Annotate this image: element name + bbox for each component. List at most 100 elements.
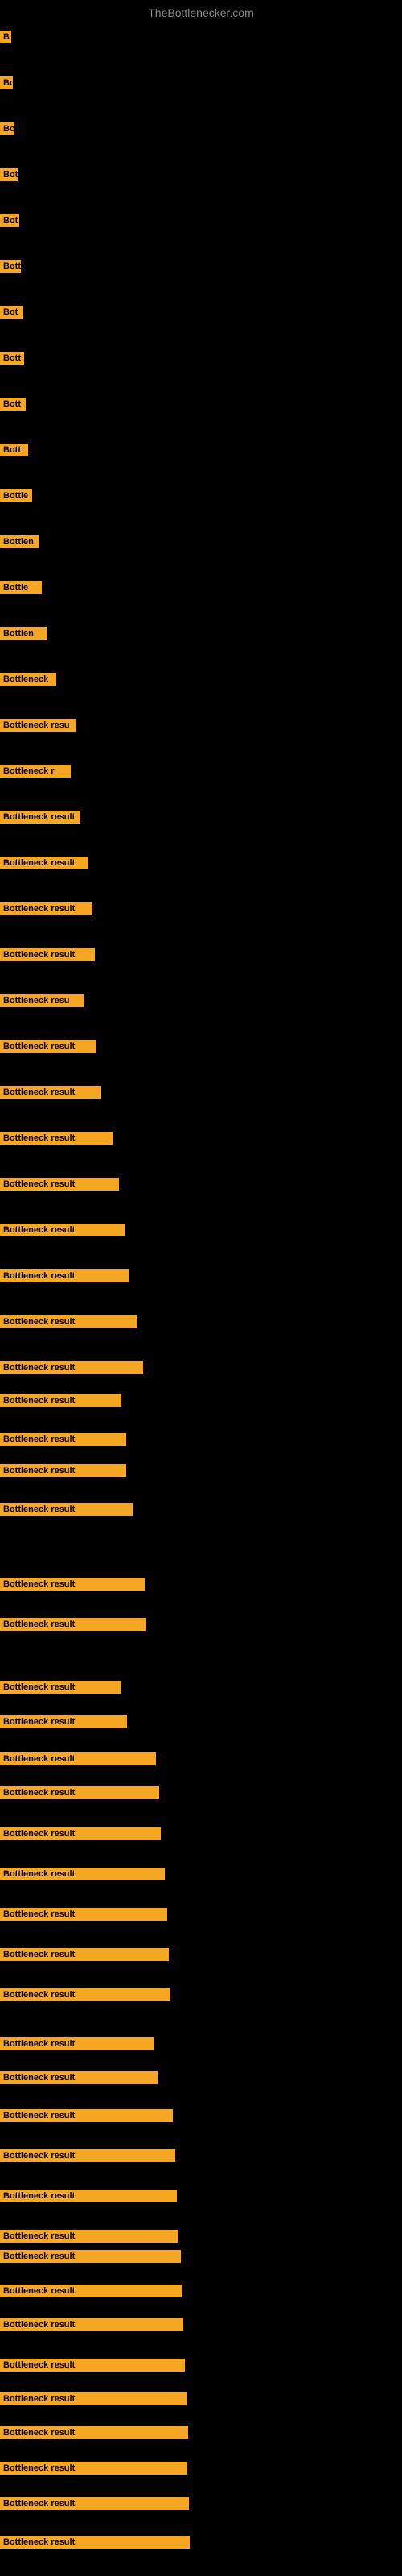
bar-label: Bottleneck result xyxy=(0,1086,100,1099)
bar-label: Bottleneck result xyxy=(0,2230,178,2243)
bar-item: Bot xyxy=(0,214,19,231)
bar-label: Bottleneck result xyxy=(0,948,95,961)
bar-label: B xyxy=(0,31,11,43)
bar-label: Bottle xyxy=(0,489,32,502)
bar-item: Bott xyxy=(0,352,24,369)
bar-item: Bottleneck result xyxy=(0,1988,170,2005)
bar-item: Bottleneck result xyxy=(0,1908,167,1925)
bar-item: Bottleneck result xyxy=(0,1948,169,1965)
bar-item: Bottlen xyxy=(0,535,39,552)
bar-item: Bottleneck result xyxy=(0,1715,127,1732)
bar-label: Bottleneck result xyxy=(0,1361,143,1374)
bar-item: Bottleneck result xyxy=(0,1786,159,1803)
bar-label: Bottleneck r xyxy=(0,765,71,778)
bar-item: Bot xyxy=(0,168,18,185)
bar-label: Bottleneck result xyxy=(0,1132,113,1145)
bar-item: Bottleneck result xyxy=(0,1578,145,1595)
bar-label: Bottleneck result xyxy=(0,2037,154,2050)
bar-label: Bottleneck result xyxy=(0,2190,177,2202)
bar-item: Bot xyxy=(0,306,23,323)
bar-item: Bottleneck result xyxy=(0,2497,189,2514)
bar-label: Bottleneck result xyxy=(0,2536,190,2549)
bar-item: Bottleneck result xyxy=(0,2071,158,2088)
bar-label: Bott xyxy=(0,444,28,456)
bar-label: Bo xyxy=(0,122,14,135)
bar-item: Bottleneck result xyxy=(0,1503,133,1520)
bar-item: Bottleneck result xyxy=(0,2318,183,2335)
bar-label: Bottlen xyxy=(0,535,39,548)
bar-item: Bottleneck result xyxy=(0,1315,137,1332)
bar-item: Bottleneck result xyxy=(0,948,95,965)
bar-item: Bottleneck result xyxy=(0,2285,182,2301)
bar-label: Bottleneck result xyxy=(0,1618,146,1631)
bar-item: Bottleneck resu xyxy=(0,719,76,736)
bar-item: Bottleneck result xyxy=(0,1827,161,1844)
bar-item: Bottleneck result xyxy=(0,1433,126,1450)
bar-label: Bot xyxy=(0,168,18,181)
site-title: TheBottlenecker.com xyxy=(148,6,254,19)
bar-item: Bottleneck result xyxy=(0,1752,156,1769)
bar-label: Bottleneck result xyxy=(0,1315,137,1328)
bar-item: Bottleneck result xyxy=(0,857,88,873)
bar-item: Bottleneck r xyxy=(0,765,71,782)
bar-label: Bottleneck resu xyxy=(0,994,84,1007)
bar-item: Bott xyxy=(0,398,26,415)
bar-label: Bottleneck result xyxy=(0,1908,167,1921)
bar-label: Bottleneck result xyxy=(0,2071,158,2084)
bar-label: Bottleneck result xyxy=(0,1040,96,1053)
bar-label: Bottleneck result xyxy=(0,1224,125,1236)
bar-label: Bottleneck result xyxy=(0,2285,182,2297)
bar-label: Bottleneck result xyxy=(0,1433,126,1446)
bar-item: Bottleneck result xyxy=(0,1224,125,1241)
bar-label: Bot xyxy=(0,306,23,319)
bar-label: Bottleneck result xyxy=(0,2426,188,2439)
bar-item: Bottleneck result xyxy=(0,2230,178,2247)
bar-label: Bottle xyxy=(0,581,42,594)
bar-item: Bottle xyxy=(0,581,42,598)
bar-item: Bottleneck result xyxy=(0,1394,121,1411)
bar-label: Bott xyxy=(0,260,21,273)
bar-label: Bottleneck result xyxy=(0,1269,129,1282)
bar-label: Bottleneck result xyxy=(0,2250,181,2263)
bar-item: Bottleneck result xyxy=(0,2462,187,2479)
bar-label: Bottleneck result xyxy=(0,857,88,869)
bar-label: Bottleneck result xyxy=(0,1578,145,1591)
bar-item: Bottleneck result xyxy=(0,2109,173,2126)
bar-label: Bottleneck result xyxy=(0,1503,133,1516)
bar-item: Bottleneck result xyxy=(0,2536,190,2553)
bar-item: Bottleneck result xyxy=(0,902,92,919)
bar-label: Bottleneck resu xyxy=(0,719,76,732)
bar-label: Bott xyxy=(0,398,26,411)
bar-item: Bo xyxy=(0,122,14,139)
bar-label: Bottleneck result xyxy=(0,2497,189,2510)
bar-label: Bottleneck result xyxy=(0,2392,187,2405)
bar-item: Bottleneck result xyxy=(0,1361,143,1378)
bar-item: Bottleneck result xyxy=(0,1040,96,1057)
bar-item: Bottleneck result xyxy=(0,2426,188,2443)
bar-label: Bottleneck result xyxy=(0,1715,127,1728)
bar-label: Bot xyxy=(0,214,19,227)
bar-item: Bottleneck result xyxy=(0,2250,181,2267)
bar-label: Bottleneck xyxy=(0,673,56,686)
bar-label: Bottleneck result xyxy=(0,1464,126,1477)
bar-label: Bottleneck result xyxy=(0,811,80,824)
bar-item: Bottleneck result xyxy=(0,2359,185,2376)
bar-label: Bottleneck result xyxy=(0,2149,175,2162)
bar-item: Bottleneck resu xyxy=(0,994,84,1011)
bar-item: B xyxy=(0,31,11,47)
bar-item: Bottleneck result xyxy=(0,811,80,828)
bar-label: Bottleneck result xyxy=(0,1827,161,1840)
bar-label: Bottleneck result xyxy=(0,1178,119,1191)
bar-label: Bo xyxy=(0,76,13,89)
bar-item: Bott xyxy=(0,260,21,277)
bar-item: Bottleneck result xyxy=(0,2190,177,2207)
bar-label: Bottleneck result xyxy=(0,1681,121,1694)
bar-item: Bottle xyxy=(0,489,32,506)
bar-item: Bottleneck result xyxy=(0,1868,165,1885)
bar-item: Bottleneck result xyxy=(0,1464,126,1481)
bar-label: Bottleneck result xyxy=(0,2109,173,2122)
bar-label: Bottleneck result xyxy=(0,2462,187,2475)
bar-label: Bott xyxy=(0,352,24,365)
bar-item: Bo xyxy=(0,76,13,93)
bar-item: Bottleneck result xyxy=(0,1618,146,1635)
